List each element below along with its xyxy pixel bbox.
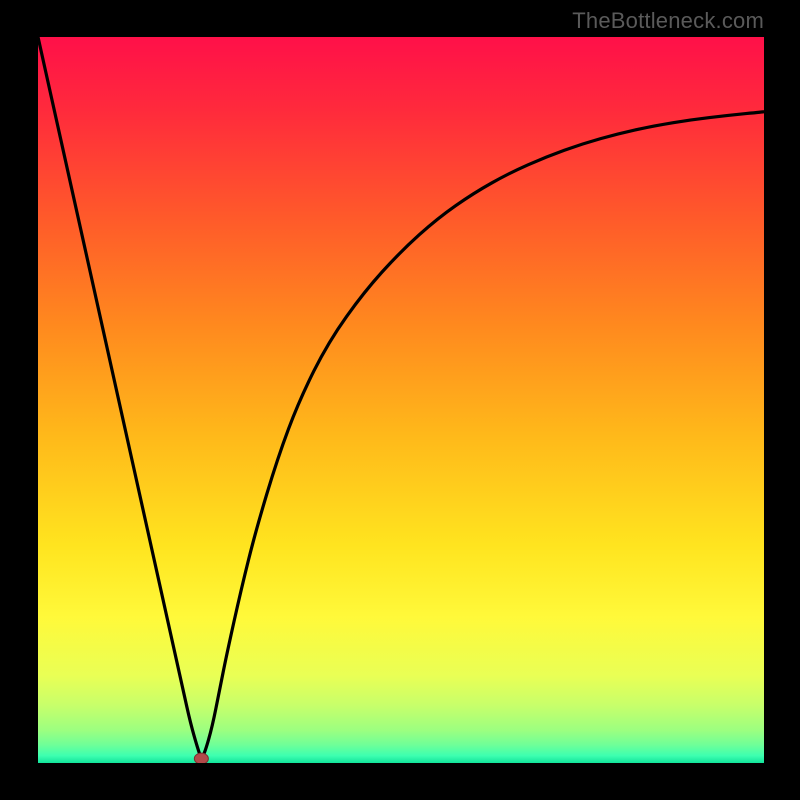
curve-layer xyxy=(38,37,764,763)
watermark-text: TheBottleneck.com xyxy=(572,8,764,34)
plot-area xyxy=(38,37,764,763)
optimal-marker xyxy=(194,753,208,763)
bottleneck-curve xyxy=(38,37,764,757)
chart-frame: TheBottleneck.com xyxy=(0,0,800,800)
